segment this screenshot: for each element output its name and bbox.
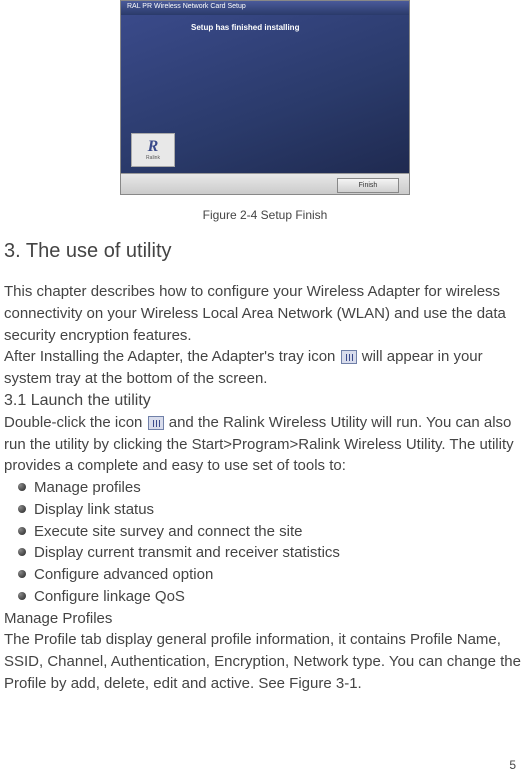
section-3-intro-para: This chapter describes how to configure … [4, 281, 526, 346]
tray-icon [341, 350, 357, 364]
manage-profiles-para: The Profile tab display general profile … [4, 629, 526, 694]
ralink-logo-letter: R [148, 139, 159, 155]
list-item: Execute site survey and connect the site [18, 521, 526, 543]
list-item: Display link status [18, 499, 526, 521]
window-body-header: Setup has finished installing [191, 23, 299, 32]
utility-icon [148, 416, 164, 430]
manage-profiles-label: Manage Profiles [4, 608, 526, 630]
list-item: Manage profiles [18, 477, 526, 499]
section-3-1-heading: 3.1 Launch the utility [4, 392, 526, 410]
window-bottombar: Finish [121, 173, 409, 195]
utility-tools-list: Manage profiles Display link status Exec… [18, 477, 526, 608]
finish-button[interactable]: Finish [337, 178, 399, 193]
list-item: Display current transmit and receiver st… [18, 542, 526, 564]
launch-utility-para: Double-click the icon and the Ralink Wir… [4, 412, 526, 477]
section-3-heading: 3. The use of utility [4, 240, 526, 263]
figure-container: RAL PR Wireless Network Card Setup Setup… [4, 0, 526, 222]
figure-caption: Figure 2-4 Setup Finish [4, 208, 526, 222]
list-item: Configure linkage QoS [18, 586, 526, 608]
page-number: 5 [509, 758, 516, 772]
launch-para-pre: Double-click the icon [4, 414, 147, 431]
setup-finish-screenshot: RAL PR Wireless Network Card Setup Setup… [120, 0, 410, 195]
tray-para-pre: After Installing the Adapter, the Adapte… [4, 348, 340, 365]
window-titlebar: RAL PR Wireless Network Card Setup [121, 1, 409, 15]
ralink-logo: R Ralink [131, 133, 175, 167]
list-item: Configure advanced option [18, 564, 526, 586]
window-body: Setup has finished installing R Ralink [121, 15, 409, 173]
ralink-logo-text: Ralink [146, 155, 160, 161]
section-3-tray-para: After Installing the Adapter, the Adapte… [4, 346, 526, 390]
